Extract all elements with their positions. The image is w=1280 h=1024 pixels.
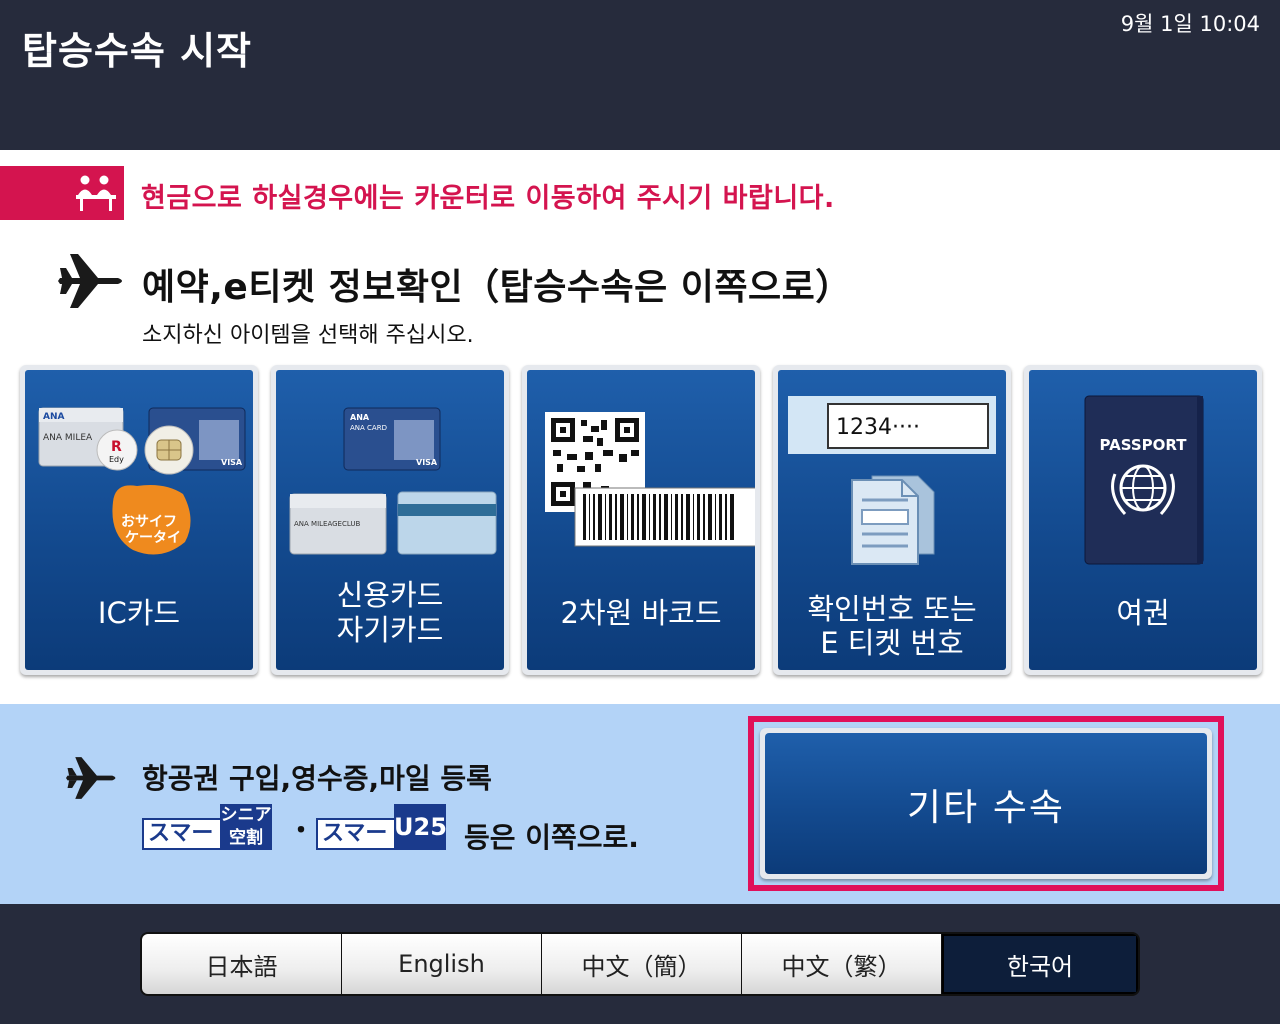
ticket-number-label-1: 확인번호 또는 bbox=[807, 592, 977, 626]
visa-text: VISA bbox=[416, 458, 438, 467]
page-title: 탑승수속 시작 bbox=[22, 29, 252, 73]
senior-mark-line2: 空割 bbox=[229, 828, 263, 848]
ticket-number-button[interactable]: 1234···· 확인번호 또는 E 티켓 번호 bbox=[773, 365, 1011, 675]
other-procedures-tail: 등은 이쪽으로. bbox=[464, 821, 639, 854]
lang-korean-button[interactable]: 한국어 bbox=[942, 934, 1138, 994]
barcode-button[interactable]: 2차원 바코드 bbox=[522, 365, 760, 675]
barcode-label: 2차원 바코드 bbox=[560, 596, 722, 630]
lang-english-button[interactable]: English bbox=[342, 934, 541, 994]
lang-simplified-chinese-button[interactable]: 中文（簡） bbox=[542, 934, 741, 994]
cash-notice: 현금으로 하실경우에는 카운터로 이동하여 주시기 바랍니다. bbox=[0, 166, 1280, 222]
ic-card-button[interactable]: ANA ANA MILEA VISA R Edy おサイフ ケータイ IC카드 bbox=[20, 365, 258, 675]
passport-label: 여권 bbox=[1116, 596, 1170, 630]
passport-cover-text: PASSPORT bbox=[1099, 436, 1187, 454]
edy-r-text: R bbox=[111, 439, 122, 455]
card-name-text: ANA CARD bbox=[350, 424, 387, 432]
card-brand-text: ANA bbox=[350, 413, 370, 422]
counter-staff-icon bbox=[76, 175, 116, 211]
osaifu-line1: おサイフ bbox=[121, 514, 177, 530]
smart-senior-logo: スマート シニア 空割 bbox=[142, 804, 272, 850]
logo-separator: ・ bbox=[288, 816, 315, 846]
credit-card-label-1: 신용카드 bbox=[336, 578, 444, 612]
credit-card-icon: ANA ANA CARD VISA ANA MILEAGECLUB bbox=[289, 407, 497, 555]
header-bar: 탑승수속 시작 9월 1일 10:04 bbox=[0, 0, 1280, 150]
ic-card-icon: ANA ANA MILEA VISA R Edy おサイフ ケータイ bbox=[38, 407, 246, 555]
card-name-text: ANA MILEA bbox=[43, 433, 93, 443]
credit-card-button[interactable]: ANA ANA CARD VISA ANA MILEAGECLUB 신용카드 자… bbox=[271, 365, 509, 675]
barcode-icon bbox=[545, 412, 755, 547]
lang-traditional-chinese-button[interactable]: 中文（繁） bbox=[742, 934, 941, 994]
osaifu-line2: ケータイ bbox=[125, 530, 181, 546]
ic-card-label: IC카드 bbox=[97, 596, 181, 630]
section-subtitle: 소지하신 아이템을 선택해 주십시오. bbox=[142, 323, 474, 348]
airplane-icon bbox=[66, 757, 116, 799]
u25-mark: U25 bbox=[394, 804, 447, 850]
passport-icon: PASSPORT bbox=[1084, 395, 1204, 565]
sample-number: 1234···· bbox=[836, 415, 920, 440]
document-icon: 1234···· bbox=[788, 396, 996, 565]
senior-mark-line1: シニア bbox=[220, 805, 272, 825]
card-brand-text: ANA bbox=[43, 412, 64, 422]
notice-text: 현금으로 하실경우에는 카운터로 이동하여 주시기 바랍니다. bbox=[141, 183, 835, 214]
notice-badge bbox=[0, 166, 124, 220]
smart-u25-logo: スマート U25 bbox=[316, 804, 447, 850]
date-time: 9월 1일 10:04 bbox=[1120, 12, 1260, 36]
club-text: ANA MILEAGECLUB bbox=[294, 520, 361, 528]
ticket-number-label-2: E 티켓 번호 bbox=[820, 626, 964, 660]
other-procedures-button-label: 기타 수속 bbox=[765, 733, 1207, 874]
language-selector: 日本語 English 中文（簡） 中文（繁） 한국어 bbox=[140, 932, 1140, 996]
other-procedures-button[interactable]: 기타 수속 bbox=[760, 728, 1212, 879]
edy-text: Edy bbox=[109, 455, 124, 464]
section-title: 예약,e티켓 정보확인（탑승수속은 이쪽으로） bbox=[142, 267, 852, 308]
visa-text: VISA bbox=[221, 458, 243, 467]
other-procedures-title: 항공권 구입,영수증,마일 등록 bbox=[142, 762, 492, 795]
passport-button[interactable]: PASSPORT 여권 bbox=[1024, 365, 1262, 675]
lang-japanese-button[interactable]: 日本語 bbox=[142, 934, 341, 994]
credit-card-label-2: 자기카드 bbox=[336, 613, 444, 647]
airplane-icon bbox=[58, 254, 122, 308]
